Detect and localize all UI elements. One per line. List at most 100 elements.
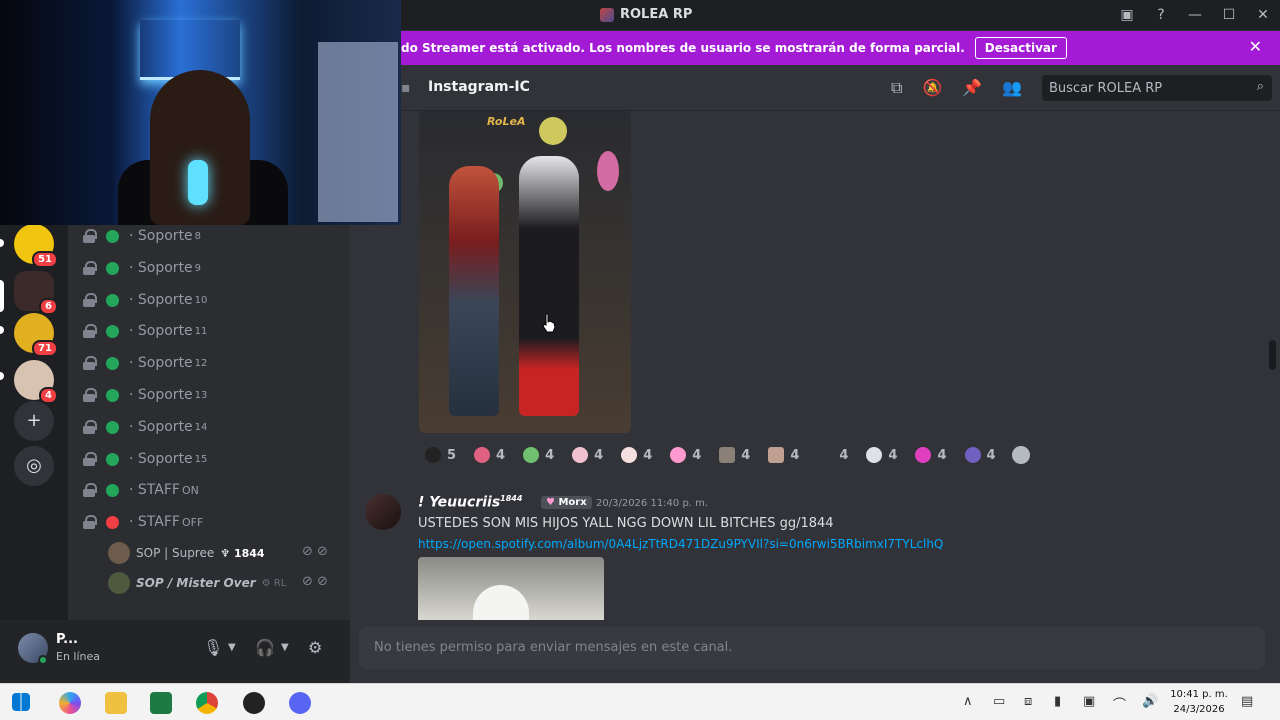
emoji-icon	[915, 447, 932, 463]
avatar[interactable]	[365, 494, 401, 530]
microphone-icon[interactable]: 🎙	[203, 638, 223, 657]
explore-servers-icon[interactable]: ◎	[14, 446, 54, 486]
chevron-down-icon[interactable]: ▼	[228, 642, 236, 653]
reaction-bar: 5 4 4 4 4 4 4 4 4 4 4 4	[419, 443, 1030, 469]
channel-number: 10	[194, 294, 208, 306]
tray-app-icon[interactable]: ⧈	[1024, 694, 1032, 709]
emoji-icon	[719, 447, 736, 463]
channel-number: OFF	[181, 515, 204, 529]
voice-channel-soporte-9[interactable]: · Soporte 9	[82, 253, 201, 283]
search-input[interactable]	[1042, 75, 1242, 101]
channel-number: 11	[194, 325, 208, 337]
channel-number: 8	[194, 230, 202, 242]
microphone-tray-icon[interactable]: ▮	[1054, 694, 1061, 709]
voice-channel-staff-on[interactable]: · STAFF ON	[82, 475, 199, 505]
server-icon[interactable]: 4	[14, 360, 58, 404]
reaction[interactable]: 4	[468, 443, 511, 467]
embed-image[interactable]	[418, 557, 604, 620]
character-figure	[449, 166, 499, 416]
voice-user[interactable]: SOP | Supree ♆ 1844	[108, 540, 265, 566]
unread-pill	[0, 372, 4, 380]
reaction[interactable]: 4	[959, 443, 1002, 467]
reaction[interactable]: 4	[811, 443, 854, 467]
voice-user[interactable]: SOP / Mister Over ⚙ RL	[108, 570, 286, 596]
chevron-down-icon[interactable]: ▼	[281, 642, 289, 653]
volume-icon[interactable]: 🔊	[1142, 694, 1158, 709]
threads-icon[interactable]: ⧉	[891, 78, 902, 98]
username[interactable]: P...	[56, 632, 78, 647]
notification-icon[interactable]: ▤	[1241, 694, 1253, 709]
minimize-icon[interactable]: —	[1178, 7, 1212, 23]
window-title: ROLEA RP	[600, 7, 692, 22]
file-explorer-icon[interactable]	[105, 692, 127, 714]
chrome-icon[interactable]	[196, 692, 218, 714]
message-image[interactable]: RoLeA	[419, 111, 631, 433]
voice-channel-soporte-10[interactable]: · Soporte 10	[82, 285, 207, 315]
screen-share-icon[interactable]: ▣	[1110, 7, 1144, 23]
copilot-icon[interactable]	[59, 692, 81, 714]
door-background	[318, 42, 398, 222]
channel-name: Soporte	[137, 451, 193, 467]
message-author[interactable]: ! Yeuucriis1844	[418, 494, 522, 511]
status-dot-icon	[106, 229, 119, 243]
pin-icon[interactable]: 📌	[962, 78, 982, 98]
emoji-icon	[768, 447, 785, 463]
role-tag[interactable]: ♥ Morx	[541, 496, 592, 509]
server-icon[interactable]: 71	[14, 313, 58, 357]
avatar	[108, 542, 130, 564]
reaction[interactable]: 5	[419, 443, 462, 467]
reaction[interactable]: 4	[517, 443, 560, 467]
tray-chevron-icon[interactable]: ∧	[963, 694, 973, 709]
tray-app-icon[interactable]: ▣	[1083, 694, 1095, 709]
reaction[interactable]: 4	[664, 443, 707, 467]
reaction[interactable]: 4	[713, 443, 756, 467]
windows-start-icon[interactable]	[12, 693, 30, 711]
voice-channel-soporte-13[interactable]: · Soporte 13	[82, 380, 207, 410]
close-icon[interactable]: ✕	[1246, 7, 1280, 23]
reaction[interactable]: 4	[860, 443, 903, 467]
muted-deafened-icon: ⊘ ⊘	[302, 544, 328, 559]
voice-channel-staff-off[interactable]: · STAFF OFF	[82, 507, 203, 537]
server-icon-rolea[interactable]: 6	[14, 271, 58, 315]
search-box[interactable]: ⌕	[1042, 75, 1272, 101]
spotify-link[interactable]: https://open.spotify.com/album/0A4LjzTtR…	[418, 537, 943, 551]
voice-channel-soporte-14[interactable]: · Soporte 14	[82, 412, 207, 442]
add-server-icon[interactable]: +	[14, 401, 54, 441]
emoji-icon	[425, 447, 441, 463]
channel-name: STAFF	[137, 482, 180, 498]
voice-channel-soporte-11[interactable]: · Soporte 11	[82, 316, 207, 346]
voice-channel-soporte-15[interactable]: · Soporte 15	[82, 444, 207, 474]
reaction[interactable]: 4	[909, 443, 952, 467]
chat-scrollbar[interactable]	[1269, 340, 1276, 370]
channel-hash-icon: ▪	[401, 80, 411, 96]
gear-icon[interactable]: ⚙	[308, 638, 322, 657]
mention-badge: 51	[32, 251, 58, 268]
reaction-count: 4	[790, 447, 800, 463]
discord-icon[interactable]	[289, 692, 311, 714]
add-reaction-icon[interactable]	[1011, 446, 1030, 464]
system-clock[interactable]: 10:41 p. m. 24/3/2026	[1166, 687, 1232, 717]
status-dot-icon	[106, 261, 119, 275]
reaction[interactable]: 4	[615, 443, 658, 467]
user-tag: 1844	[233, 546, 265, 560]
reaction[interactable]: 4	[762, 443, 805, 467]
notifications-icon[interactable]: 🔕	[922, 78, 942, 98]
reaction[interactable]: 4	[566, 443, 609, 467]
muted-deafened-icon: ⊘ ⊘	[302, 574, 328, 589]
image-logo: RoLeA	[487, 115, 526, 128]
maximize-icon[interactable]: ☐	[1212, 7, 1246, 23]
emoji-icon	[817, 447, 833, 463]
headphones-icon[interactable]: 🎧	[255, 638, 275, 657]
banner-close-icon[interactable]: ✕	[1249, 37, 1262, 56]
no-permission-text: No tienes permiso para enviar mensajes e…	[374, 640, 733, 655]
voice-channel-soporte-12[interactable]: · Soporte 12	[82, 348, 207, 378]
excel-icon[interactable]	[150, 692, 172, 714]
battery-icon[interactable]: ▭	[993, 694, 1005, 709]
network-icon[interactable]: ⌒	[1113, 694, 1126, 713]
app-icon[interactable]	[243, 692, 265, 714]
help-icon[interactable]: ?	[1144, 7, 1178, 23]
server-icon[interactable]: 51	[14, 224, 58, 268]
disable-streamer-button[interactable]: Desactivar	[974, 37, 1067, 59]
voice-channel-soporte-8[interactable]: · Soporte 8	[82, 221, 201, 251]
member-list-icon[interactable]: 👥	[1002, 78, 1022, 98]
